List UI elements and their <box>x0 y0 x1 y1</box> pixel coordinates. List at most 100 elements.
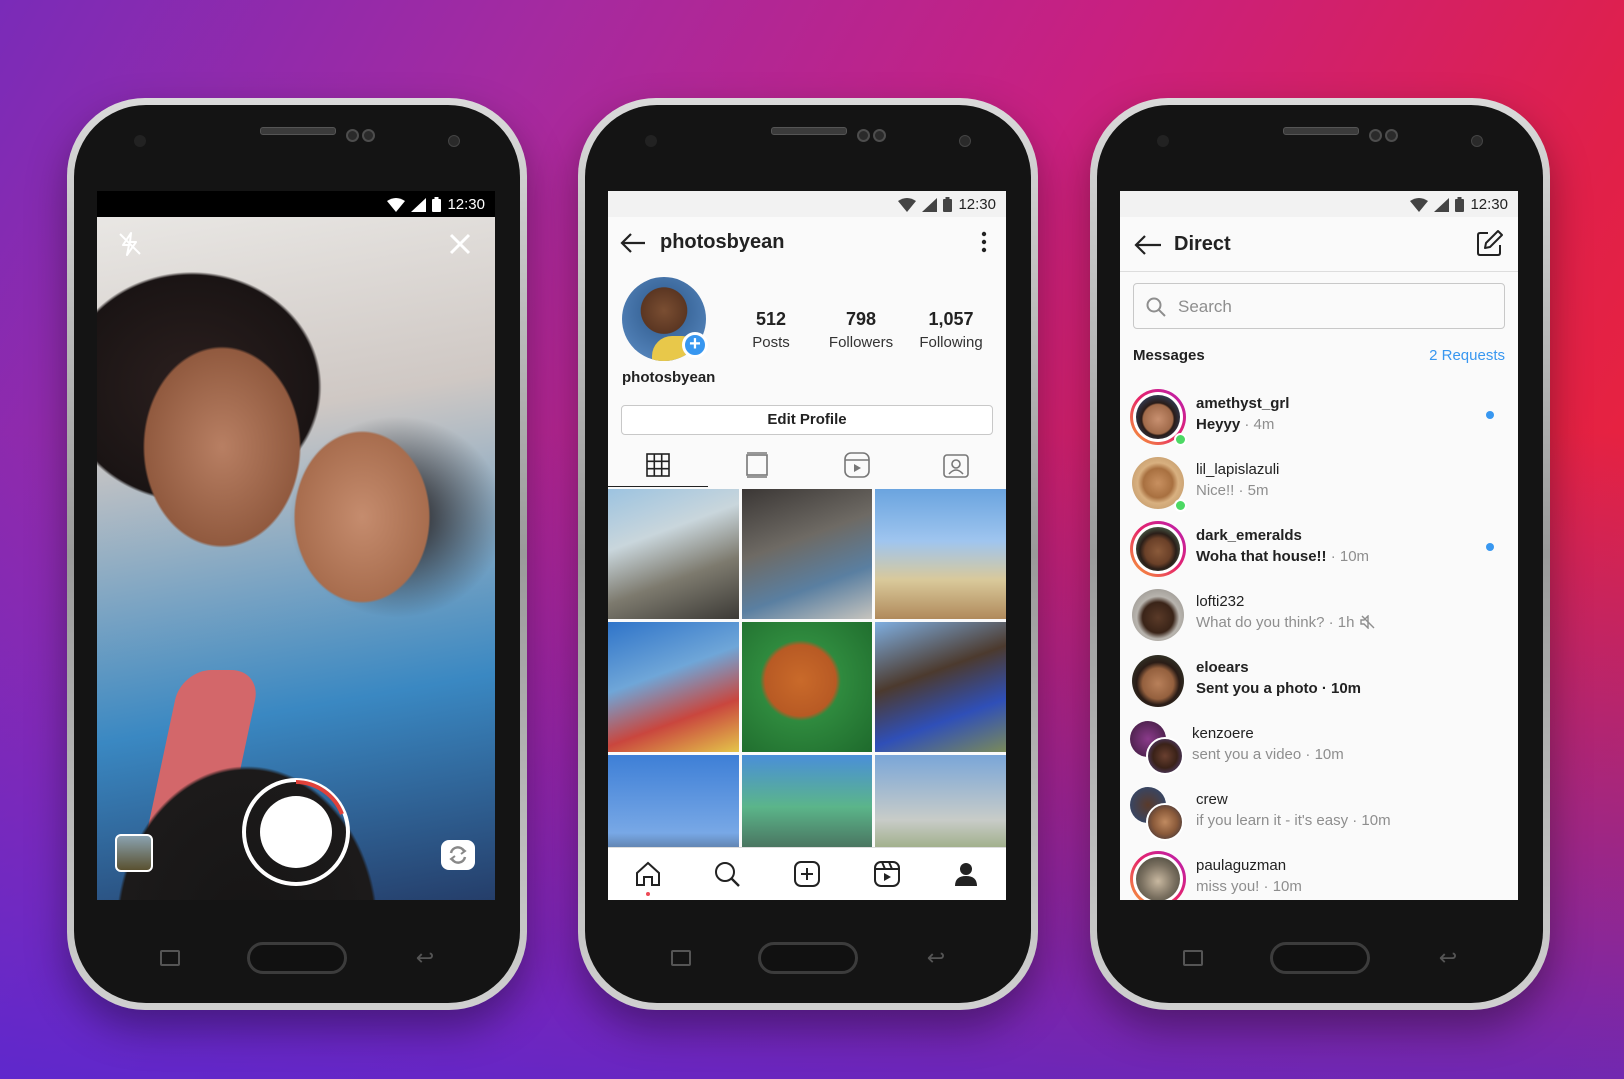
status-bar: 12:30 <box>97 191 495 217</box>
home-button[interactable] <box>758 942 858 974</box>
hardware-back-icon[interactable]: ↩ <box>1433 946 1463 970</box>
preview-text: if you learn it - it's easy <box>1196 812 1349 829</box>
preview-text: Sent you a photo <box>1196 680 1318 697</box>
sensor-dot <box>1369 129 1382 142</box>
stat-label: Following <box>919 334 983 351</box>
nav-home[interactable] <box>608 848 688 900</box>
stat-value: 798 <box>845 309 877 329</box>
grid-photo[interactable] <box>875 622 1006 752</box>
search-icon <box>715 862 741 887</box>
stat-following[interactable]: 1,057 Following <box>906 309 996 351</box>
avatar <box>1130 587 1186 643</box>
back-arrow-icon[interactable] <box>1134 233 1162 257</box>
unread-dot <box>1486 543 1494 551</box>
phone-profile: 12:30 photosbyean + 512 Posts 798 Follow… <box>578 98 1038 1010</box>
shutter-inner <box>260 796 332 868</box>
recent-apps-button[interactable] <box>1183 950 1203 966</box>
grid-photo[interactable] <box>608 489 739 619</box>
thread-preview: What do you think? · 1h <box>1196 614 1478 631</box>
tab-grid[interactable] <box>608 443 708 487</box>
thread-row[interactable]: lofti232 What do you think? · 1h <box>1120 581 1518 647</box>
sensor-dot <box>1385 129 1398 142</box>
sensor-dot <box>873 129 886 142</box>
profile-tabs <box>608 443 1006 487</box>
battery-icon <box>432 197 442 212</box>
tab-tagged[interactable] <box>907 443 1007 487</box>
nav-add[interactable] <box>767 848 847 900</box>
grid-photo[interactable] <box>741 622 873 752</box>
grid-photo[interactable] <box>875 489 1006 619</box>
sensor-dot <box>362 129 375 142</box>
grid-photo[interactable] <box>741 489 873 619</box>
sensor-dot <box>857 129 870 142</box>
reels-icon <box>873 861 900 887</box>
avatar <box>1130 455 1187 512</box>
more-options-icon[interactable] <box>980 231 988 253</box>
page-title: photosbyean <box>660 231 785 253</box>
wifi-icon <box>898 197 917 212</box>
requests-link[interactable]: 2 Requests <box>1429 347 1505 364</box>
thread-row[interactable]: paulaguzman miss you! · 10m <box>1120 845 1518 900</box>
page-title: Direct <box>1174 233 1231 255</box>
add-story-icon[interactable]: + <box>682 332 708 358</box>
group-avatar <box>1130 785 1186 841</box>
thread-preview: miss you! · 10m <box>1196 878 1478 895</box>
preview-time: · 1h <box>1324 614 1355 631</box>
thread-row[interactable]: lil_lapislazuli Nice!! · 5m <box>1120 449 1518 515</box>
gallery-icon[interactable] <box>115 834 153 872</box>
flip-camera-icon[interactable] <box>441 840 475 870</box>
thread-row[interactable]: crew if you learn it - it's easy · 10m <box>1120 779 1518 845</box>
thread-row[interactable]: amethyst_grl Heyyy · 4m <box>1120 383 1518 449</box>
compose-icon[interactable] <box>1476 229 1504 257</box>
edit-profile-button[interactable]: Edit Profile <box>621 405 993 435</box>
thread-row[interactable]: eloears Sent you a photo · 10m <box>1120 647 1518 713</box>
home-button[interactable] <box>1270 942 1370 974</box>
phone-camera: 12:30 ↩ <box>67 98 527 1010</box>
thread-name: lofti232 <box>1196 593 1245 610</box>
stat-label: Posts <box>752 334 790 351</box>
search-input[interactable] <box>1176 294 1494 320</box>
front-camera-lens <box>645 135 657 147</box>
tab-igtv[interactable] <box>708 443 808 487</box>
recent-apps-button[interactable] <box>671 950 691 966</box>
thread-text: amethyst_grl Heyyy · 4m <box>1196 395 1478 433</box>
front-camera-lens <box>1157 135 1169 147</box>
thread-row[interactable]: dark_emeralds Woha that house!! · 10m <box>1120 515 1518 581</box>
hardware-buttons: ↩ <box>1097 938 1543 978</box>
thread-name: dark_emeralds <box>1196 527 1302 544</box>
profile-icon <box>955 863 978 886</box>
back-arrow-icon[interactable] <box>620 231 646 255</box>
online-indicator <box>1174 499 1187 512</box>
phone-bezel: 12:30 ↩ <box>74 105 520 1003</box>
thread-name: paulaguzman <box>1196 857 1287 874</box>
stat-posts[interactable]: 512 Posts <box>726 309 816 351</box>
hardware-buttons: ↩ <box>74 938 520 978</box>
recent-apps-button[interactable] <box>160 950 180 966</box>
stat-label: Followers <box>828 334 894 351</box>
status-bar: 12:30 <box>608 191 1006 217</box>
hardware-back-icon[interactable]: ↩ <box>921 946 951 970</box>
nav-reels[interactable] <box>847 848 927 900</box>
group-avatar <box>1130 719 1186 775</box>
thread-name: eloears <box>1196 659 1249 676</box>
thread-text: paulaguzman miss you! · 10m <box>1196 857 1478 895</box>
shutter-button[interactable] <box>242 778 350 886</box>
avatar-photo <box>1136 395 1180 439</box>
thread-name: lil_lapislazuli <box>1196 461 1280 478</box>
tab-reels[interactable] <box>807 443 907 487</box>
close-icon[interactable] <box>447 231 473 257</box>
flash-off-icon[interactable] <box>117 231 143 257</box>
hardware-back-icon[interactable]: ↩ <box>410 946 440 970</box>
grid-photo[interactable] <box>608 622 739 752</box>
thread-preview: Sent you a photo · 10m <box>1196 680 1478 697</box>
flip-camera-glyph <box>449 846 467 864</box>
preview-text: Woha that house!! <box>1196 548 1327 565</box>
nav-profile[interactable] <box>926 848 1006 900</box>
stat-followers[interactable]: 798 Followers <box>816 309 906 351</box>
thread-row[interactable]: kenzoere sent you a video · 10m <box>1120 713 1518 779</box>
nav-search[interactable] <box>688 848 768 900</box>
earpiece-speaker <box>260 127 336 135</box>
proximity-sensor <box>448 135 460 147</box>
home-button[interactable] <box>247 942 347 974</box>
phone-bezel: 12:30 Direct Search Messages 2 Requests … <box>1097 105 1543 1003</box>
